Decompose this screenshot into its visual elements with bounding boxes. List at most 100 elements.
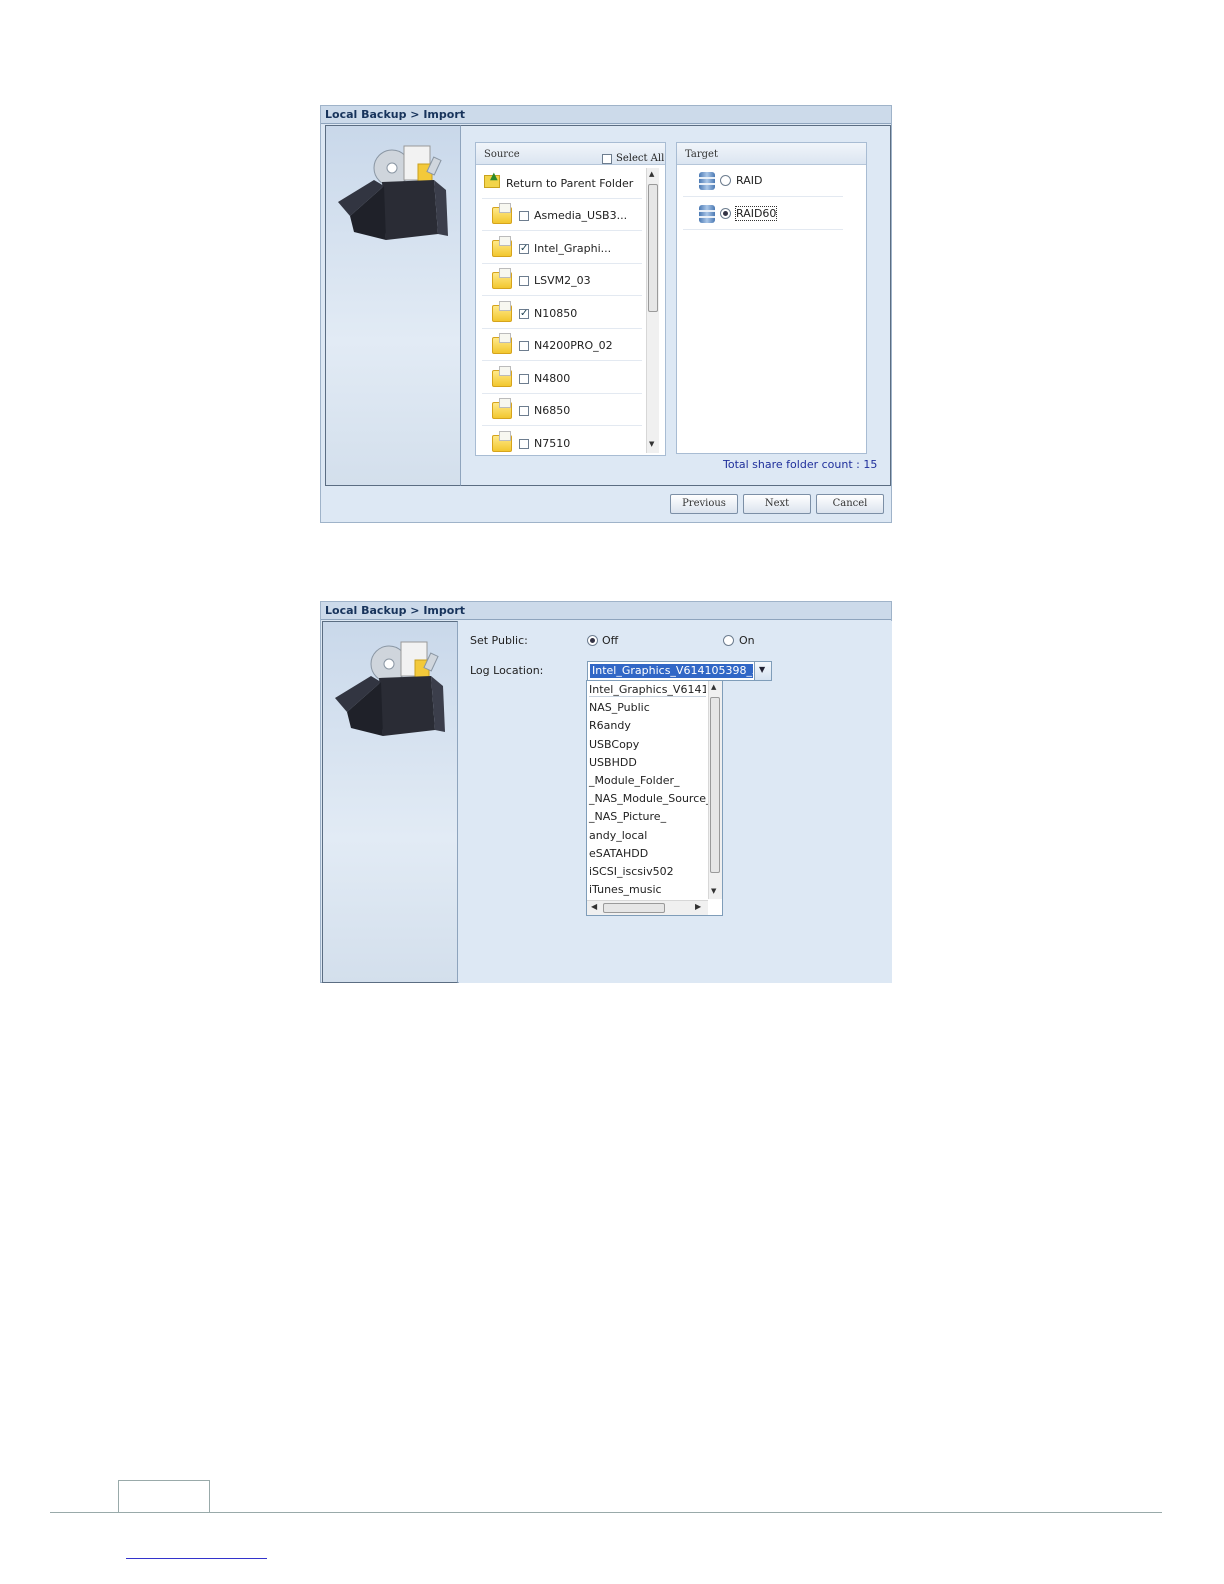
left-illustration-pane bbox=[322, 621, 458, 983]
log-location-label: Log Location: bbox=[470, 664, 544, 677]
folder-icon bbox=[492, 235, 512, 257]
source-folder-row[interactable]: N7510 bbox=[482, 427, 642, 454]
chevron-down-icon: ▼ bbox=[759, 665, 766, 674]
previous-button[interactable]: Previous bbox=[670, 494, 738, 514]
folder-icon bbox=[492, 300, 512, 322]
select-all-label: Select All bbox=[616, 153, 665, 164]
folder-name: LSVM2_03 bbox=[534, 274, 591, 287]
dropdown-horizontal-scrollbar[interactable]: ◀ ▶ bbox=[587, 900, 708, 915]
folder-icon bbox=[492, 268, 512, 289]
source-folder-row[interactable]: Asmedia_USB3... bbox=[482, 199, 642, 231]
up-arrow-icon: ▲ bbox=[490, 171, 498, 182]
source-folder-row[interactable]: N4200PRO_02 bbox=[482, 329, 642, 361]
source-folder-row[interactable]: N6850 bbox=[482, 394, 642, 426]
scroll-left-arrow-icon[interactable]: ◀ bbox=[591, 902, 597, 911]
dropdown-option[interactable]: _NAS_Picture_ bbox=[589, 810, 666, 823]
parent-folder-label: Return to Parent Folder bbox=[506, 177, 634, 190]
scrollbar-thumb[interactable] bbox=[648, 184, 658, 312]
volume-radio[interactable] bbox=[720, 175, 731, 186]
public-on-label: On bbox=[739, 634, 755, 647]
next-button[interactable]: Next bbox=[743, 494, 811, 514]
source-folder-row[interactable]: LSVM2_03 bbox=[482, 264, 642, 296]
folder-checkbox[interactable] bbox=[519, 211, 529, 221]
source-folder-list: ▲ Return to Parent Folder Asmedia_USB3..… bbox=[476, 167, 654, 453]
scroll-up-arrow-icon[interactable]: ▲ bbox=[711, 683, 716, 691]
folder-checkbox[interactable]: ✓ bbox=[519, 308, 529, 319]
source-folder-row[interactable]: ✓ N10850 bbox=[482, 297, 642, 329]
total-share-folder-count: Total share folder count : 15 bbox=[723, 458, 878, 471]
public-off-label: Off bbox=[602, 634, 619, 647]
dropdown-option[interactable]: eSATAHDD bbox=[589, 847, 648, 860]
folder-checkbox[interactable] bbox=[519, 341, 529, 351]
folder-icon bbox=[492, 365, 512, 387]
scroll-down-arrow-icon[interactable]: ▼ bbox=[711, 887, 716, 895]
folder-name: N7510 bbox=[534, 436, 571, 450]
volume-radio[interactable] bbox=[720, 208, 731, 219]
folder-name: N4800 bbox=[534, 371, 571, 385]
cancel-button[interactable]: Cancel bbox=[816, 494, 884, 514]
target-volume-row[interactable]: RAID60 bbox=[683, 198, 843, 230]
folder-checkbox[interactable]: ✓ bbox=[519, 243, 529, 254]
footer-divider bbox=[50, 1512, 1162, 1513]
backup-box-icon bbox=[338, 145, 448, 240]
scroll-down-arrow-icon[interactable]: ▼ bbox=[649, 440, 654, 448]
dropdown-option[interactable]: USBHDD bbox=[589, 756, 637, 769]
target-panel: Target RAID RAID60 bbox=[676, 142, 867, 454]
dropdown-option[interactable]: USBCopy bbox=[589, 738, 639, 751]
set-public-label: Set Public: bbox=[470, 634, 528, 647]
target-volume-list: RAID RAID60 bbox=[683, 165, 863, 245]
dropdown-option[interactable]: iSCSI_iscsiv502 bbox=[589, 865, 674, 878]
scrollbar-thumb[interactable] bbox=[710, 697, 720, 873]
scroll-right-arrow-icon[interactable]: ▶ bbox=[695, 902, 701, 911]
source-folder-row[interactable]: N4800 bbox=[482, 362, 642, 394]
volume-database-icon bbox=[699, 172, 715, 190]
folder-name: Asmedia_USB3... bbox=[534, 209, 628, 222]
log-location-dropdown-list: Intel_Graphics_V61410 NAS_Public R6andy USB… bbox=[586, 680, 723, 916]
folder-checkbox[interactable] bbox=[519, 373, 529, 384]
source-scrollbar[interactable]: ▲ ▼ bbox=[646, 168, 659, 453]
folder-checkbox[interactable] bbox=[519, 438, 529, 449]
folder-icon bbox=[492, 430, 512, 452]
log-location-select[interactable]: Intel_Graphics_V614105398_XP ▼ bbox=[587, 661, 772, 681]
scroll-up-arrow-icon[interactable]: ▲ bbox=[649, 170, 654, 178]
folder-icon bbox=[492, 333, 512, 354]
folder-name: N4200PRO_02 bbox=[534, 339, 613, 352]
folder-name: Intel_Graphi... bbox=[534, 241, 612, 255]
folder-name: N10850 bbox=[534, 306, 578, 320]
public-off-radio[interactable] bbox=[587, 635, 598, 646]
window-title: Local Backup > Import bbox=[321, 602, 891, 620]
folder-checkbox[interactable] bbox=[519, 276, 529, 286]
folder-checkbox[interactable] bbox=[519, 406, 529, 416]
horizontal-scrollbar-thumb[interactable] bbox=[603, 903, 665, 913]
folder-icon bbox=[492, 203, 512, 224]
public-on-radio[interactable] bbox=[723, 635, 734, 646]
left-illustration-pane bbox=[325, 125, 461, 486]
folder-name: N6850 bbox=[534, 404, 571, 417]
source-header-label: Source bbox=[484, 149, 520, 160]
parent-folder-row[interactable]: ▲ Return to Parent Folder bbox=[482, 167, 642, 199]
select-all-checkbox[interactable] bbox=[602, 154, 612, 164]
dropdown-option[interactable]: iTunes_music bbox=[589, 883, 662, 896]
dropdown-option[interactable]: _NAS_Module_Source_ bbox=[589, 792, 708, 805]
folder-icon bbox=[492, 398, 512, 419]
dropdown-option[interactable]: _Module_Folder_ bbox=[589, 774, 680, 787]
footer-link-underline bbox=[126, 1558, 267, 1559]
footer-page-tab bbox=[118, 1480, 210, 1513]
dropdown-vertical-scrollbar[interactable]: ▲ ▼ bbox=[708, 681, 722, 899]
volume-database-icon bbox=[699, 205, 715, 223]
source-folder-row[interactable]: ✓ Intel_Graphi... bbox=[482, 232, 642, 264]
target-header-label: Target bbox=[685, 149, 718, 160]
log-location-value: Intel_Graphics_V614105398_XP bbox=[590, 664, 753, 678]
dropdown-toggle[interactable]: ▼ bbox=[754, 662, 771, 680]
dropdown-option[interactable]: Intel_Graphics_V61410 bbox=[589, 683, 706, 697]
main-pane: Source Select All ▲ Return to Parent Fol… bbox=[461, 125, 891, 486]
backup-box-icon bbox=[335, 641, 445, 736]
dropdown-option[interactable]: andy_local bbox=[589, 829, 647, 842]
dropdown-option[interactable]: R6andy bbox=[589, 719, 631, 732]
target-volume-row[interactable]: RAID bbox=[683, 165, 843, 197]
window-title: Local Backup > Import bbox=[321, 106, 891, 124]
target-panel-header: Target bbox=[677, 143, 866, 165]
volume-name: RAID bbox=[736, 174, 763, 187]
volume-name: RAID60 bbox=[734, 206, 778, 221]
dropdown-option[interactable]: NAS_Public bbox=[589, 701, 650, 714]
